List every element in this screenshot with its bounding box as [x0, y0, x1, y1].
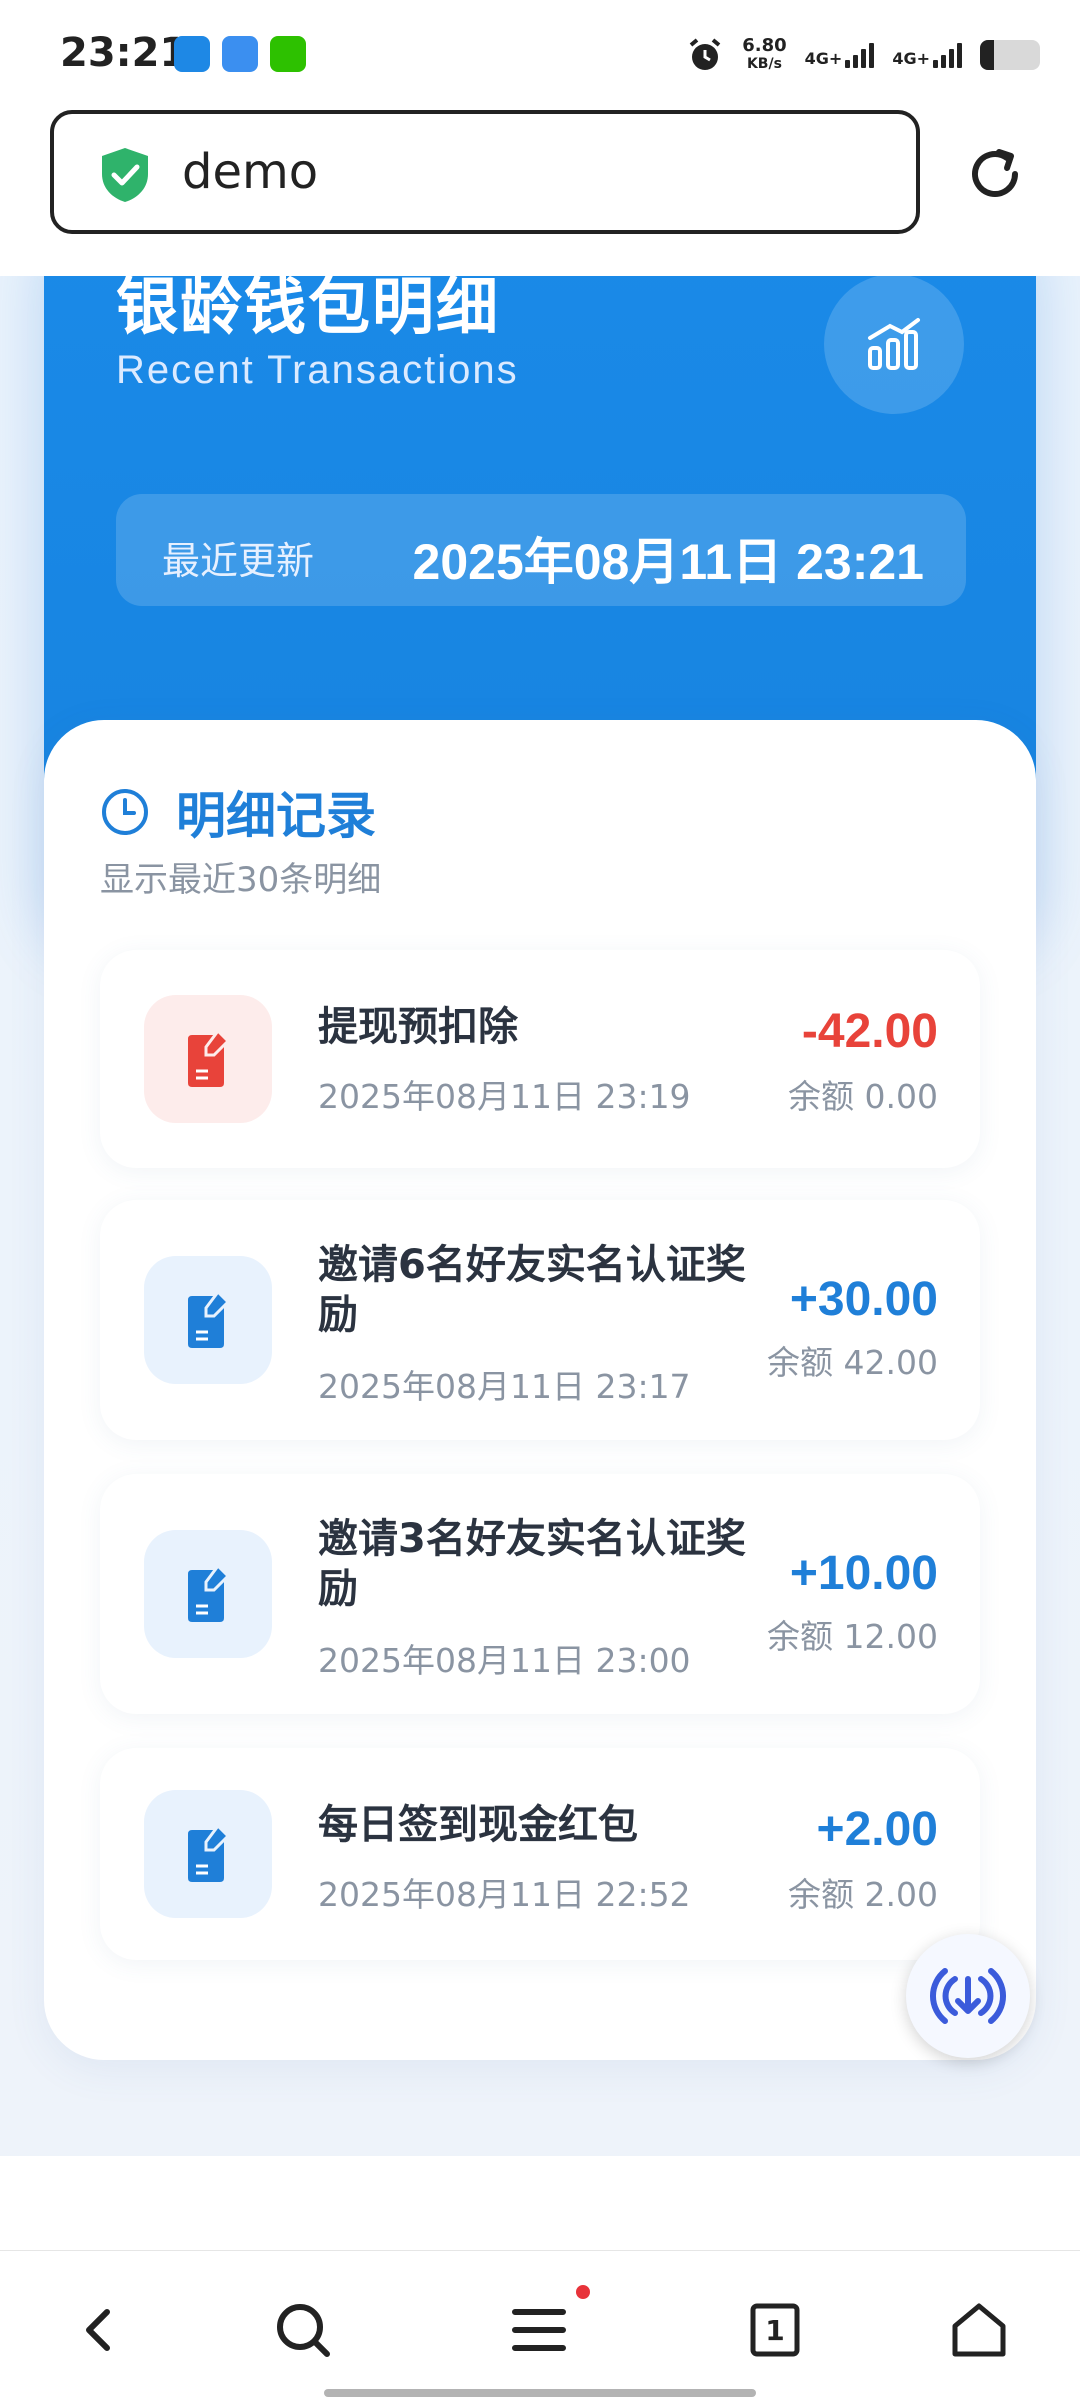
url-text: demo — [182, 144, 319, 200]
transaction-title: 每日签到现金红包 — [318, 1802, 638, 1848]
search-icon — [277, 2304, 330, 2357]
battery-icon — [980, 40, 1040, 70]
transaction-icon-bg — [144, 1256, 272, 1384]
signal-1: 4G+ — [805, 42, 875, 68]
transaction-icon-bg — [144, 995, 272, 1123]
files-app-icon — [222, 36, 258, 72]
document-edit-icon — [188, 1564, 231, 1622]
transaction-date: 2025年08月11日 22:52 — [318, 1875, 691, 1914]
secure-shield-icon — [102, 148, 148, 202]
nav-back-button[interactable] — [64, 2295, 134, 2365]
records-subtitle: 显示最近30条明细 — [100, 860, 382, 900]
page-subtitle: Recent Transactions — [116, 348, 519, 392]
transaction-item[interactable]: 提现预扣除 2025年08月11日 23:19 -42.00 余额 0.00 — [100, 950, 980, 1168]
transaction-date: 2025年08月11日 23:19 — [318, 1077, 691, 1116]
transaction-balance: 余额 0.00 — [788, 1077, 938, 1116]
transaction-icon-bg — [144, 1790, 272, 1918]
last-updated-bar: 最近更新 2025年08月11日 23:21 — [116, 494, 966, 606]
nav-search-button[interactable] — [268, 2295, 338, 2365]
records-header: 明细记录 — [100, 776, 376, 848]
transaction-icon-bg — [144, 1530, 272, 1658]
page-content[interactable]: 银龄钱包明细 Recent Transactions 最近更新 2025年08月… — [0, 276, 1080, 2156]
signal-2: 4G+ — [892, 42, 962, 68]
browser-toolbar: demo — [0, 100, 1080, 276]
transaction-amount: +2.00 — [816, 1803, 938, 1856]
alarm-icon — [689, 38, 721, 70]
transaction-date: 2025年08月11日 23:17 — [318, 1367, 691, 1406]
transaction-balance: 余额 12.00 — [767, 1617, 938, 1656]
page-title: 银龄钱包明细 — [116, 276, 501, 343]
signal-bars-icon — [845, 42, 875, 68]
document-edit-icon — [188, 1290, 231, 1348]
records-card: 明细记录 显示最近30条明细 提现预扣除 2025年08月11日 23:19 -… — [44, 720, 1036, 2060]
menu-notification-dot — [576, 2285, 590, 2299]
transaction-balance: 余额 42.00 — [767, 1343, 938, 1382]
download-icon — [930, 1968, 1006, 2024]
address-bar[interactable]: demo — [50, 110, 920, 234]
browser-bottom-nav: 1 — [0, 2250, 1080, 2401]
signal-bars-icon — [933, 42, 962, 68]
download-fab[interactable] — [906, 1934, 1030, 2058]
transaction-item[interactable]: 每日签到现金红包 2025年08月11日 22:52 +2.00 余额 2.00 — [100, 1748, 980, 1960]
transaction-title: 邀请6名好友实名认证奖励 — [318, 1242, 746, 1338]
transaction-date: 2025年08月11日 23:00 — [318, 1641, 691, 1680]
document-edit-icon — [188, 1029, 231, 1087]
stats-button[interactable] — [824, 276, 964, 414]
net-speed: 6.80 KB/s — [742, 35, 787, 73]
nav-menu-button[interactable] — [504, 2295, 574, 2365]
nav-home-button[interactable] — [944, 2295, 1014, 2365]
reload-icon[interactable] — [965, 144, 1025, 204]
nav-tabs-button[interactable]: 1 — [740, 2295, 810, 2365]
transaction-item[interactable]: 邀请3名好友实名认证奖励 2025年08月11日 23:00 +10.00 余额… — [100, 1474, 980, 1714]
status-right: 6.80 KB/s 4G+ 4G+ — [686, 30, 1040, 80]
transaction-item[interactable]: 邀请6名好友实名认证奖励 2025年08月11日 23:17 +30.00 余额… — [100, 1200, 980, 1440]
bar-chart-icon — [868, 318, 920, 370]
transaction-amount: +10.00 — [789, 1547, 938, 1600]
clock-icon — [102, 789, 148, 835]
menu-icon — [512, 2309, 566, 2351]
last-updated-value: 2025年08月11日 23:21 — [412, 534, 924, 590]
status-bar: 23:21 6.80 KB/s 4G+ 4G+ — [0, 0, 1080, 100]
document-edit-icon — [188, 1824, 231, 1882]
wechat-icon — [270, 36, 306, 72]
transaction-amount: +30.00 — [789, 1273, 938, 1326]
transaction-title: 邀请3名好友实名认证奖励 — [318, 1516, 746, 1612]
status-time: 23:21 — [60, 30, 188, 76]
transaction-title: 提现预扣除 — [318, 1004, 518, 1050]
transaction-amount: -42.00 — [801, 1005, 938, 1058]
browser-app-icon — [174, 36, 210, 72]
home-indicator[interactable] — [324, 2389, 756, 2397]
home-icon — [952, 2303, 1006, 2357]
records-title: 明细记录 — [176, 787, 376, 845]
last-updated-label: 最近更新 — [162, 539, 315, 583]
back-icon — [86, 2309, 110, 2351]
transaction-balance: 余额 2.00 — [788, 1875, 938, 1914]
tabs-count: 1 — [765, 2313, 785, 2347]
